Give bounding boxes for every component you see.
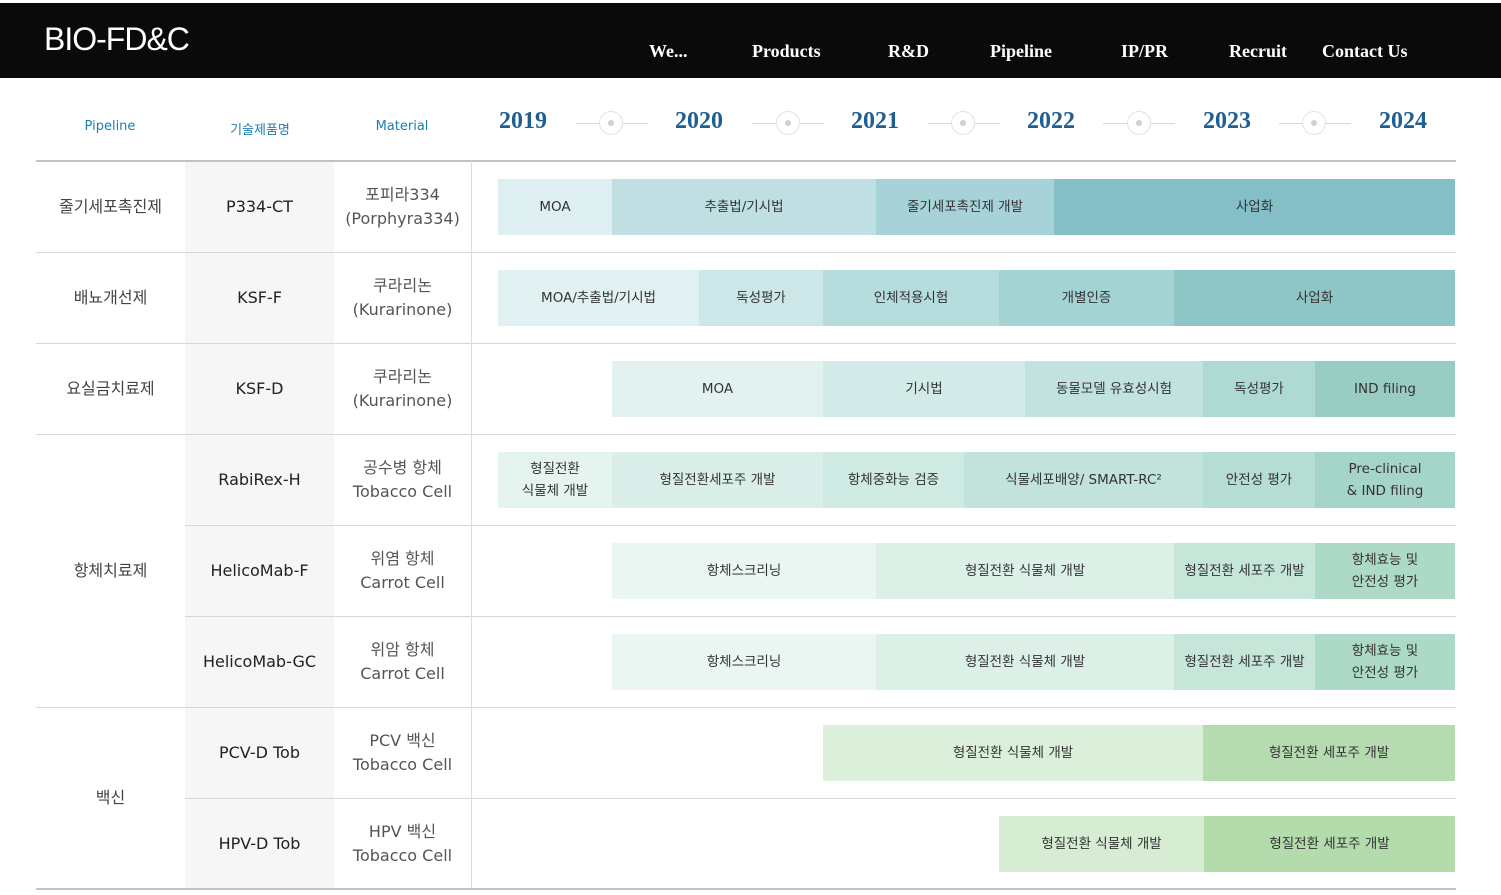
- nav-pipeline[interactable]: Pipeline: [990, 41, 1052, 62]
- column-header-material: Material: [375, 119, 429, 134]
- product-name: RabiRex-H: [218, 469, 301, 489]
- material-line: 포피라334: [365, 184, 440, 204]
- category-cell: 항체치료제: [73, 560, 148, 580]
- category-cell: 요실금치료제: [66, 378, 155, 398]
- stage-bar: 형질전환 세포주 개발: [1204, 816, 1455, 872]
- column-header-product: 기술제품명: [230, 123, 290, 138]
- year-label: 2024: [1379, 108, 1427, 134]
- year-label: 2022: [1027, 108, 1075, 134]
- product-name: HelicoMab-F: [210, 560, 309, 580]
- year-label: 2019: [499, 108, 547, 134]
- stage-bar: 형질전환 세포주 개발: [1203, 725, 1455, 781]
- material-line: 공수병 항체: [363, 457, 442, 477]
- stage-bar: 사업화: [1174, 270, 1455, 326]
- top-navbar: BIO-FD&C We... Products R&D Pipeline IP/…: [0, 3, 1501, 78]
- category-cell: 배뇨개선제: [73, 287, 148, 307]
- material-line: Tobacco Cell: [352, 481, 453, 501]
- nav-products[interactable]: Products: [752, 41, 821, 62]
- timeline-dot-icon: [1302, 111, 1326, 135]
- material-line: Tobacco Cell: [352, 754, 453, 774]
- product-name: HelicoMab-GC: [202, 651, 317, 671]
- stage-bar: 개별인증: [999, 270, 1174, 326]
- material-line: (Kurarinone): [352, 390, 453, 410]
- nav-contact-us[interactable]: Contact Us: [1322, 41, 1408, 62]
- material-line: (Kurarinone): [352, 299, 453, 319]
- product-name: KSF-F: [237, 287, 282, 307]
- stage-bar: 형질전환 세포주 개발: [1174, 543, 1315, 599]
- stage-bar: 안전성 평가: [1203, 452, 1315, 508]
- stage-bar: 형질전환세포주 개발: [612, 452, 823, 508]
- timeline-dot-icon: [951, 111, 975, 135]
- year-label: 2020: [675, 108, 723, 134]
- stage-bar: 동물모델 유효성시험: [1025, 361, 1203, 417]
- material-cell: HPV 백신 Tobacco Cell: [334, 798, 471, 889]
- stage-bar: 독성평가: [699, 270, 823, 326]
- material-line: (Porphyra334): [345, 208, 460, 228]
- nav-ip-pr[interactable]: IP/PR: [1121, 41, 1168, 62]
- stage-bar: 항체효능 및 안전성 평가: [1315, 634, 1455, 690]
- material-line: HPV 백신: [368, 821, 437, 841]
- stage-bar: 형질전환 식물체 개발: [876, 634, 1174, 690]
- site-logo[interactable]: BIO-FD&C: [44, 21, 190, 58]
- nav-we[interactable]: We...: [649, 41, 688, 62]
- timeline-dot-icon: [1127, 111, 1151, 135]
- stage-bar: 항체효능 및 안전성 평가: [1315, 543, 1455, 599]
- column-header-pipeline: Pipeline: [84, 119, 136, 134]
- stage-bar: 식물세포배양/ SMART-RC²: [964, 452, 1203, 508]
- material-cell: 쿠라리논 (Kurarinone): [334, 343, 471, 434]
- stage-bar: 형질전환 식물체 개발: [823, 725, 1203, 781]
- year-label: 2021: [851, 108, 899, 134]
- material-line: Carrot Cell: [360, 572, 445, 592]
- material-line: Carrot Cell: [360, 663, 445, 683]
- category-cell: 줄기세포촉진제: [58, 196, 163, 216]
- stage-bar: 추출법/기시법: [612, 179, 876, 235]
- stage-bar: 형질전환 식물체 개발: [876, 543, 1174, 599]
- year-label: 2023: [1203, 108, 1251, 134]
- material-cell: 공수병 항체 Tobacco Cell: [334, 434, 471, 525]
- stage-bar: 형질전환 세포주 개발: [1174, 634, 1315, 690]
- stage-bar: MOA/추출법/기시법: [498, 270, 699, 326]
- nav-rnd[interactable]: R&D: [888, 41, 929, 62]
- product-name: PCV-D Tob: [218, 742, 300, 762]
- stage-bar: 항체스크리닝: [612, 634, 876, 690]
- stage-bar: 인체적용시험: [823, 270, 999, 326]
- material-cell: 포피라334 (Porphyra334): [334, 161, 471, 252]
- material-line: 쿠라리논: [373, 275, 432, 295]
- stage-bar: 항체스크리닝: [612, 543, 876, 599]
- stage-bar: IND filing: [1315, 361, 1455, 417]
- stage-bar: Pre-clinical & IND filing: [1315, 452, 1455, 508]
- stage-bar: 독성평가: [1203, 361, 1315, 417]
- material-cell: 위염 항체 Carrot Cell: [334, 525, 471, 616]
- stage-bar: 줄기세포촉진제 개발: [876, 179, 1054, 235]
- timeline-dot-icon: [776, 111, 800, 135]
- timeline-dot-icon: [599, 111, 623, 135]
- product-name: P334-CT: [226, 196, 293, 216]
- stage-bar: 기시법: [823, 361, 1025, 417]
- stage-bar: MOA: [498, 179, 612, 235]
- material-cell: 쿠라리논 (Kurarinone): [334, 252, 471, 343]
- stage-bar: 형질전환 식물체 개발: [999, 816, 1204, 872]
- stage-bar: 항체중화능 검증: [823, 452, 964, 508]
- nav-recruit[interactable]: Recruit: [1229, 41, 1287, 62]
- product-name: KSF-D: [235, 378, 284, 398]
- product-name: HPV-D Tob: [218, 833, 301, 853]
- material-line: 위염 항체: [370, 548, 435, 568]
- stage-bar: 사업화: [1054, 179, 1455, 235]
- material-line: PCV 백신: [369, 730, 436, 750]
- material-line: 쿠라리논: [373, 366, 432, 386]
- material-line: 위암 항체: [370, 639, 435, 659]
- material-cell: 위암 항체 Carrot Cell: [334, 616, 471, 707]
- stage-bar: MOA: [612, 361, 823, 417]
- stage-bar: 형질전환 식물체 개발: [498, 452, 612, 508]
- material-cell: PCV 백신 Tobacco Cell: [334, 707, 471, 798]
- category-cell: 백신: [95, 788, 126, 807]
- material-column-divider: [471, 161, 472, 888]
- material-line: Tobacco Cell: [352, 845, 453, 865]
